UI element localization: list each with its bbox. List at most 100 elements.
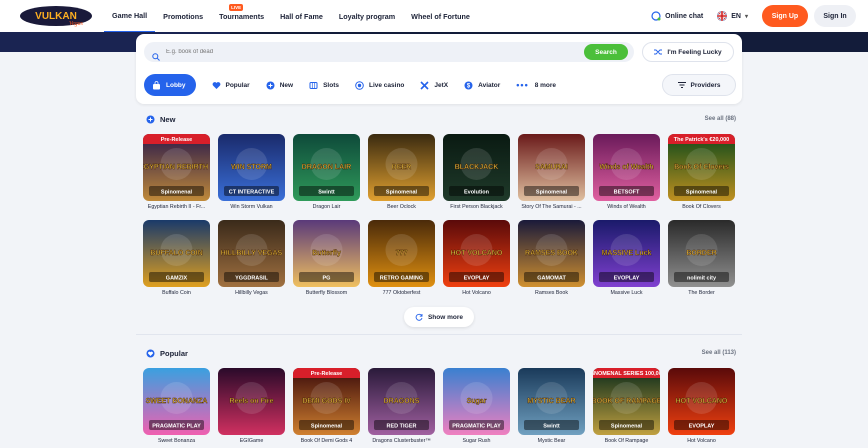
game-thumbnail[interactable]: Reels on Fire — [218, 368, 285, 435]
game-thumbnail[interactable]: BORDER nolimit city — [668, 220, 735, 287]
category-lobby[interactable]: Lobby — [144, 74, 196, 96]
provider-label: Spinomenal — [686, 190, 718, 196]
provider-label: CT INTERACTIVE — [229, 190, 275, 196]
nav-tournaments[interactable]: LIVE Tournaments — [211, 0, 272, 32]
game-thumbnail[interactable]: HILLBILLY VEGAS YGGDRASIL — [218, 220, 285, 287]
provider-label: Spinomenal — [161, 190, 193, 196]
game-thumbnail[interactable]: Winds of Wealth BETSOFT — [593, 134, 660, 201]
game-card[interactable]: HOT VOLCANO EVOPLAY Hot Volcano — [443, 220, 510, 296]
nav-hall-of-fame[interactable]: Hall of Fame — [272, 0, 331, 32]
game-card[interactable]: BLACKJACK Evolution First Person Blackja… — [443, 134, 510, 210]
game-card[interactable]: Pre-Release EGYPTIAN REBIRTH II Spinomen… — [143, 134, 210, 210]
more-categories-button[interactable]: ••• 8 more — [516, 80, 556, 90]
game-badge: The Patrick's €20,000 — [674, 137, 729, 143]
show-more-button[interactable]: Show more — [404, 307, 474, 327]
game-card[interactable]: SWEET BONANZA PRAGMATIC PLAY Sweet Bonan… — [143, 368, 210, 444]
game-name: EGIGame — [239, 438, 264, 444]
language-selector[interactable]: EN ▾ — [717, 11, 748, 21]
game-name: Hillbilly Vegas — [235, 290, 268, 296]
game-card[interactable]: Reels on Fire EGIGame — [218, 368, 285, 444]
game-card[interactable]: 777 RETRO GAMING 777 Oktoberfest — [368, 220, 435, 296]
game-badge: Pre-Release — [161, 137, 193, 143]
game-name: Beer Oclock — [387, 204, 416, 210]
category-jetx[interactable]: JetX — [420, 74, 448, 96]
game-thumbnail[interactable]: SWEET BONANZA PRAGMATIC PLAY — [143, 368, 210, 435]
game-card[interactable]: Pre-Release DEMI GODS IV Spinomenal Book… — [293, 368, 360, 444]
game-thumbnail[interactable]: DRAGONS RED TIGER — [368, 368, 435, 435]
category-new[interactable]: New — [266, 74, 293, 96]
game-card[interactable]: DRAGONS RED TIGER Dragons Clusterbuster™ — [368, 368, 435, 444]
header-actions: Online chat EN ▾ Sign Up Sign In — [651, 4, 856, 28]
game-card[interactable]: Butterfly PG Butterfly Blossom — [293, 220, 360, 296]
sign-up-button[interactable]: Sign Up — [762, 5, 808, 27]
see-all-new-link[interactable]: See all (88) — [705, 116, 736, 122]
game-thumbnail[interactable]: SAMURAI Spinomenal — [518, 134, 585, 201]
provider-label: Spinomenal — [536, 190, 568, 196]
game-name: Hot Volcano — [687, 438, 716, 444]
game-card[interactable]: MYSTIC BEAR Swintt Mystic Bear — [518, 368, 585, 444]
providers-button[interactable]: Providers — [662, 74, 736, 96]
section-divider — [136, 334, 742, 335]
nav-loyalty-program[interactable]: Loyalty program — [331, 0, 403, 32]
game-card[interactable]: HOT VOLCANO EVOPLAY Hot Volcano — [668, 368, 735, 444]
provider-label: Spinomenal — [311, 424, 343, 430]
game-thumbnail[interactable]: The Patrick's €20,000 Book Of Clovers Sp… — [668, 134, 735, 201]
game-name: Story Of The Samurai - ... — [521, 204, 582, 210]
game-thumbnail[interactable]: MASSIVE Luck EVOPLAY — [593, 220, 660, 287]
game-card[interactable]: BEER Spinomenal Beer Oclock — [368, 134, 435, 210]
game-name: Book Of Clovers — [682, 204, 721, 210]
game-card[interactable]: BUFFALO COIN GAMZIX Buffalo Coin — [143, 220, 210, 296]
game-thumbnail[interactable]: MYSTIC BEAR Swintt — [518, 368, 585, 435]
category-popular[interactable]: Popular — [212, 74, 250, 96]
game-thumbnail[interactable]: WIN STORM CT INTERACTIVE — [218, 134, 285, 201]
game-thumbnail[interactable]: HOT VOLCANO EVOPLAY — [668, 368, 735, 435]
game-card[interactable]: MASSIVE Luck EVOPLAY Massive Luck — [593, 220, 660, 296]
game-card[interactable]: SPINOMENAL SERIES 100,000€ BOOK OF RAMPA… — [593, 368, 660, 444]
game-card[interactable]: DRAGON LAIR Swintt Dragon Lair — [293, 134, 360, 210]
feeling-lucky-button[interactable]: I'm Feeling Lucky — [642, 42, 734, 62]
game-thumbnail[interactable]: 777 RETRO GAMING — [368, 220, 435, 287]
game-name: Mystic Bear — [537, 438, 566, 444]
game-card[interactable]: SAMURAI Spinomenal Story Of The Samurai … — [518, 134, 585, 210]
online-chat-button[interactable]: Online chat — [651, 11, 703, 21]
site-logo[interactable]: VULKAN Vegas — [18, 4, 94, 28]
game-name: Hot Volcano — [462, 290, 491, 296]
provider-label: RETRO GAMING — [380, 276, 423, 282]
sign-in-button[interactable]: Sign In — [814, 5, 856, 27]
game-title-art: HOT VOLCANO — [676, 398, 728, 405]
game-thumbnail[interactable]: BUFFALO COIN GAMZIX — [143, 220, 210, 287]
game-card[interactable]: BORDER nolimit city The Border — [668, 220, 735, 296]
game-title-art: EGYPTIAN REBIRTH II — [143, 164, 210, 171]
game-thumbnail[interactable]: Pre-Release DEMI GODS IV Spinomenal — [293, 368, 360, 435]
game-card[interactable]: HILLBILLY VEGAS YGGDRASIL Hillbilly Vega… — [218, 220, 285, 296]
game-name: Book Of Demi Gods 4 — [300, 438, 353, 444]
nav-promotions[interactable]: Promotions — [155, 0, 211, 32]
game-thumbnail[interactable]: HOT VOLCANO EVOPLAY — [443, 220, 510, 287]
game-thumbnail[interactable]: Butterfly PG — [293, 220, 360, 287]
search-input[interactable] — [166, 49, 546, 55]
game-thumbnail[interactable]: BLACKJACK Evolution — [443, 134, 510, 201]
category-aviator[interactable]: $ Aviator — [464, 74, 500, 96]
game-name: Ramses Book — [535, 290, 568, 296]
category-slots[interactable]: Slots — [309, 74, 339, 96]
game-title-art: Reels on Fire — [230, 398, 274, 405]
search-button[interactable]: Search — [584, 44, 628, 60]
provider-label: BETSOFT — [614, 190, 640, 196]
game-thumbnail[interactable]: Pre-Release EGYPTIAN REBIRTH II Spinomen… — [143, 134, 210, 201]
see-all-popular-link[interactable]: See all (113) — [702, 350, 736, 356]
game-card[interactable]: WIN STORM CT INTERACTIVE Win Storm Vulka… — [218, 134, 285, 210]
nav-wheel-of-fortune[interactable]: Wheel of Fortune — [403, 0, 478, 32]
game-thumbnail[interactable]: BEER Spinomenal — [368, 134, 435, 201]
game-title-art: DEMI GODS IV — [302, 398, 351, 405]
game-card[interactable]: Sugar PRAGMATIC PLAY Sugar Rush — [443, 368, 510, 444]
game-thumbnail[interactable]: RAMSES BOOK GAMOMAT — [518, 220, 585, 287]
category-live-casino[interactable]: Live casino — [355, 74, 404, 96]
game-card[interactable]: The Patrick's €20,000 Book Of Clovers Sp… — [668, 134, 735, 210]
game-card[interactable]: RAMSES BOOK GAMOMAT Ramses Book — [518, 220, 585, 296]
game-card[interactable]: Winds of Wealth BETSOFT Winds of Wealth — [593, 134, 660, 210]
game-name: Winds of Wealth — [607, 204, 646, 210]
game-thumbnail[interactable]: DRAGON LAIR Swintt — [293, 134, 360, 201]
game-thumbnail[interactable]: Sugar PRAGMATIC PLAY — [443, 368, 510, 435]
nav-game-hall[interactable]: Game Hall — [104, 0, 156, 32]
game-thumbnail[interactable]: SPINOMENAL SERIES 100,000€ BOOK OF RAMPA… — [593, 368, 660, 435]
